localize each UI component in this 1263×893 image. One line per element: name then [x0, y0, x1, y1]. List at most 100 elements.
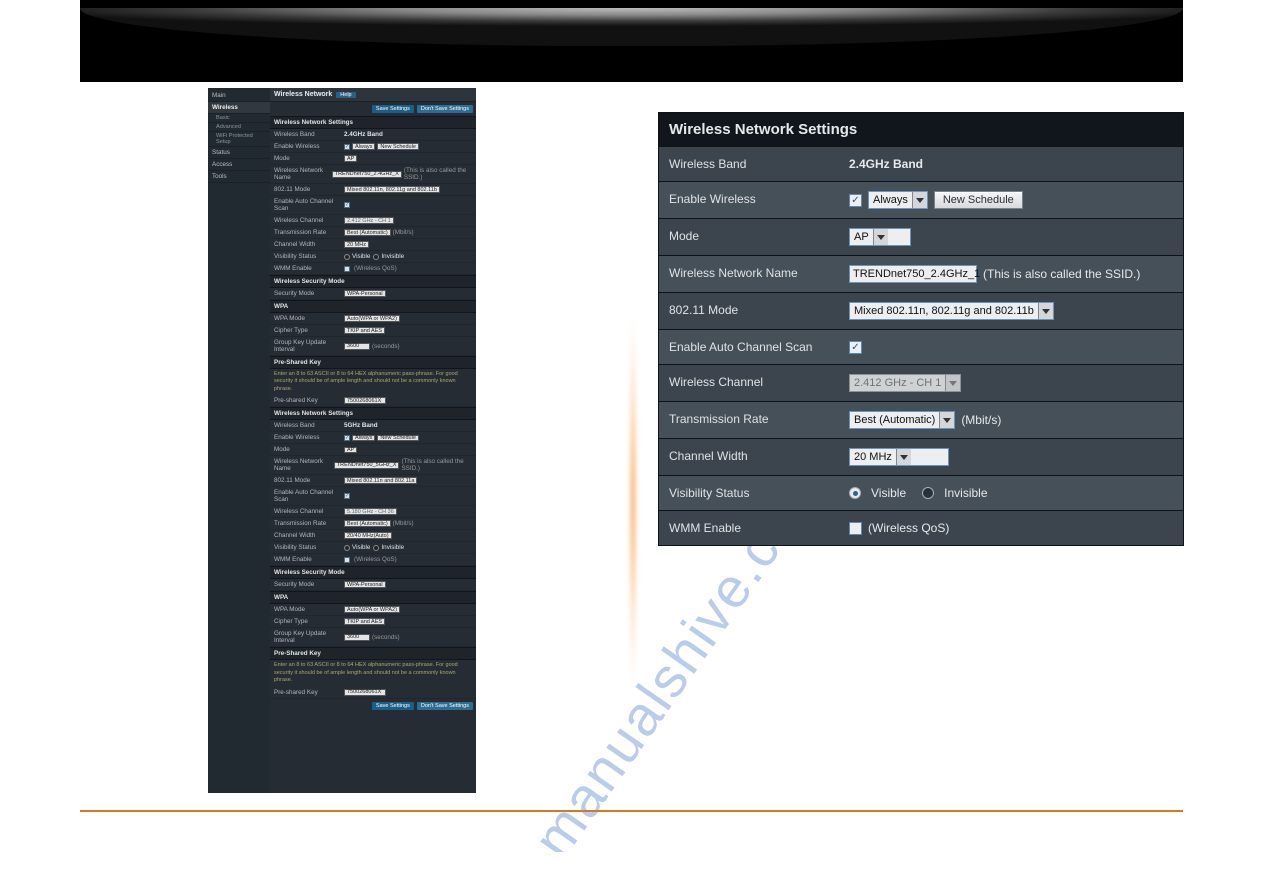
zoom-title: Wireless Network Settings [659, 113, 1183, 146]
chevron-down-icon [1038, 303, 1053, 319]
lbl-wpamode5: WPA Mode [274, 606, 344, 613]
txt-visible: Visible [352, 253, 370, 260]
z-sel-txrate[interactable]: Best (Automatic) [849, 411, 955, 429]
nav-wireless[interactable]: Wireless [208, 102, 270, 114]
lbl-enable5: Enable Wireless [274, 434, 344, 441]
lbl-ssid: Wireless Network Name [274, 167, 332, 181]
z-txt-invisible: Invisible [944, 486, 987, 500]
lbl-cw: Channel Width [274, 241, 344, 248]
z-sel-80211[interactable]: Mixed 802.11n, 802.11g and 802.11b [849, 302, 1054, 320]
sel-mode[interactable]: AP [344, 155, 357, 162]
lbl-mode: Mode [274, 155, 344, 162]
z-lbl-cw: Channel Width [659, 439, 841, 475]
sel-wpamode5[interactable]: Auto(WPA or WPA2) [344, 606, 400, 613]
sel-cipher5[interactable]: TKIP and AES [344, 618, 385, 625]
sel-wch[interactable]: 2.412 GHz - CH 1 [344, 217, 394, 224]
inp-ssid[interactable]: TRENDnet750_2.4GHz_X [332, 171, 402, 178]
nav-wireless-wps[interactable]: WiFi Protected Setup [208, 132, 270, 147]
psk-note: Enter an 8 to 63 ASCII or 8 to 64 HEX al… [270, 369, 476, 395]
chk-wmm5[interactable] [344, 557, 350, 563]
nav-wireless-basic[interactable]: Basic [208, 114, 270, 123]
lbl-wpamode: WPA Mode [274, 315, 344, 322]
lbl-autoch5: Enable Auto Channel Scan [274, 489, 344, 503]
z-inp-ssid[interactable]: TRENDnet750_2.4GHz_1 [849, 265, 977, 283]
z-radio-visible[interactable] [849, 487, 861, 499]
chk-autoch5[interactable] [344, 493, 350, 499]
inp-psk5[interactable]: 7500268061X [344, 689, 386, 696]
radio-visible[interactable] [344, 254, 350, 260]
z-sel-schedule[interactable]: Always [868, 191, 928, 209]
nav-tools[interactable]: Tools [208, 171, 270, 183]
section-wpa-24: WPA [270, 300, 476, 313]
router-admin-screenshot: Main Wireless Basic Advanced WiFi Protec… [208, 88, 476, 793]
nav-main[interactable]: Main [208, 90, 270, 102]
sel-wch5[interactable]: 5.180 GHz - CH 36 [344, 508, 397, 515]
lbl-enable: Enable Wireless [274, 143, 344, 150]
chk-enable[interactable] [344, 144, 350, 150]
z-chk-enable[interactable] [849, 194, 862, 207]
sel-secmode[interactable]: WPA-Personal [344, 290, 386, 297]
z-lbl-enable: Enable Wireless [659, 182, 841, 218]
lbl-wmm5: WMM Enable [274, 556, 344, 563]
chk-enable5[interactable] [344, 435, 350, 441]
z-hint-wmm: (Wireless QoS) [868, 521, 949, 535]
btn-new-schedule[interactable]: New Schedule [377, 143, 418, 150]
section-wsm-24: Wireless Security Mode [270, 275, 476, 288]
lbl-secmode: Security Mode [274, 290, 344, 297]
z-lbl-vis: Visibility Status [659, 476, 841, 510]
lbl-gku: Group Key Update Interval [274, 339, 344, 353]
nav-wireless-advanced[interactable]: Advanced [208, 123, 270, 132]
sel-80211[interactable]: Mixed 802.11n, 802.11g and 802.11b [344, 186, 440, 193]
sel-schedule[interactable]: Always [352, 143, 375, 150]
chevron-down-icon [939, 412, 954, 428]
z-lbl-wmm: WMM Enable [659, 511, 841, 545]
sel-cw5[interactable]: 20/40 MHz(Auto) [344, 532, 392, 539]
sel-cipher[interactable]: TKIP and AES [344, 327, 385, 334]
z-chk-wmm[interactable] [849, 522, 862, 535]
dont-save-button[interactable]: Don't Save Settings [417, 105, 473, 113]
chk-autoch[interactable] [344, 202, 350, 208]
radio-invisible5[interactable] [373, 545, 379, 551]
sel-txrate5[interactable]: Best (Automatic) [344, 520, 391, 527]
z-val-band: 2.4GHz Band [849, 157, 923, 171]
sel-mode5[interactable]: AP [344, 447, 357, 454]
nav-access[interactable]: Access [208, 159, 270, 171]
hint-ssid: (This is also called the SSID.) [404, 167, 472, 181]
val-band: 2.4GHz Band [344, 131, 383, 138]
inp-ssid5[interactable]: TRENDnet750_5GHz_X [334, 462, 400, 469]
inp-psk[interactable]: 7500268061X [344, 397, 386, 404]
sel-802115[interactable]: Mixed 802.11n and 802.11a [344, 477, 417, 484]
radio-invisible[interactable] [373, 254, 379, 260]
z-chk-autoch[interactable] [849, 341, 862, 354]
psk-note5: Enter an 8 to 63 ASCII or 8 to 64 HEX al… [270, 660, 476, 686]
save-settings-button[interactable]: Save Settings [372, 105, 414, 113]
chk-wmm[interactable] [344, 266, 350, 272]
z-radio-invisible[interactable] [922, 487, 934, 499]
sel-wpamode[interactable]: Auto(WPA or WPA2) [344, 315, 400, 322]
section-wsm-5: Wireless Security Mode [270, 566, 476, 579]
inp-gku5[interactable]: 3600 [344, 634, 370, 641]
z-sel-wch[interactable]: 2.412 GHz - CH 1 [849, 374, 961, 392]
radio-visible5[interactable] [344, 545, 350, 551]
lbl-secmode5: Security Mode [274, 581, 344, 588]
chevron-down-icon [912, 192, 927, 208]
z-btn-new-schedule[interactable]: New Schedule [934, 191, 1023, 209]
sel-schedule5[interactable]: Always [352, 435, 375, 442]
save-settings-button-bottom[interactable]: Save Settings [372, 702, 414, 710]
z-sel-mode[interactable]: AP [849, 228, 911, 246]
chevron-down-icon [896, 449, 911, 465]
sel-cw[interactable]: 20 MHz [344, 241, 369, 248]
unit-gku: (seconds) [372, 343, 400, 350]
btn-new-schedule5[interactable]: New Schedule [377, 435, 418, 442]
inp-gku[interactable]: 3600 [344, 343, 370, 350]
hint-wmm: (Wireless QoS) [354, 265, 397, 272]
help-button[interactable]: Help [336, 92, 355, 98]
sel-secmode5[interactable]: WPA-Personal [344, 581, 386, 588]
lbl-wch5: Wireless Channel [274, 508, 344, 515]
sel-txrate[interactable]: Best (Automatic) [344, 229, 391, 236]
dont-save-button-bottom[interactable]: Don't Save Settings [417, 702, 473, 710]
nav-status[interactable]: Status [208, 147, 270, 159]
z-sel-cw[interactable]: 20 MHz [849, 448, 949, 466]
lbl-psk5: Pre-shared Key [274, 689, 344, 696]
txt-invisible5: Invisible [381, 544, 404, 551]
